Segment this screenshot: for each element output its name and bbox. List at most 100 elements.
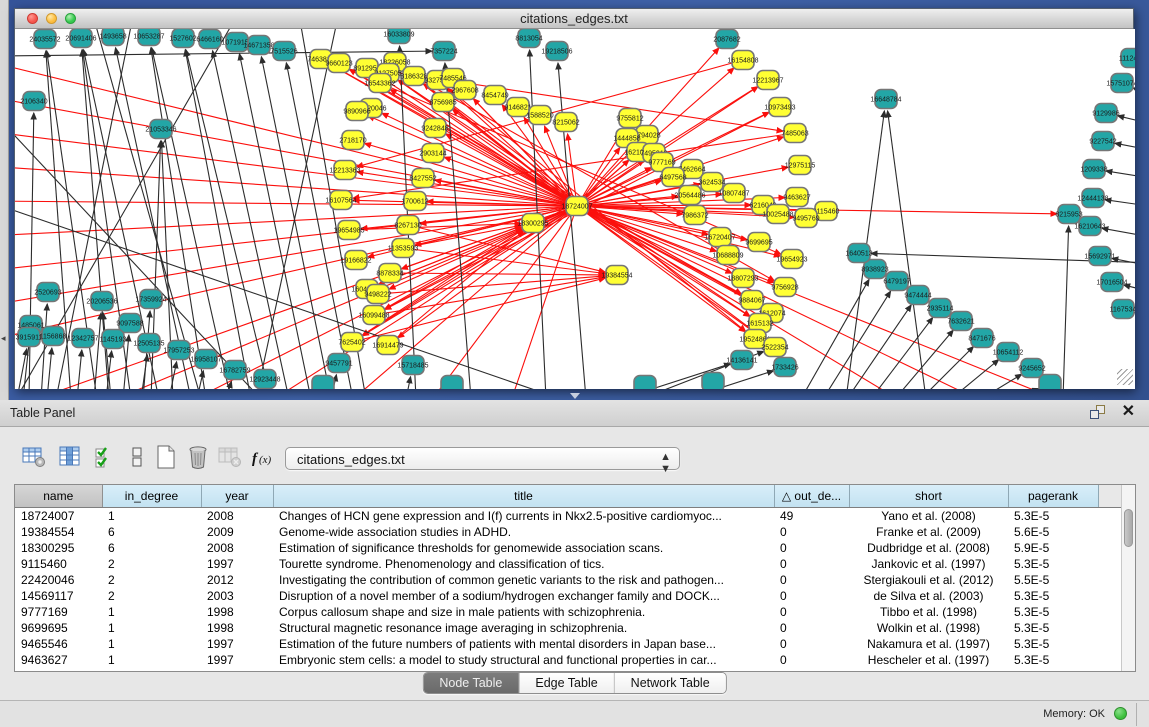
graph-node[interactable]: 18300295	[517, 214, 548, 233]
graph-edge[interactable]	[261, 57, 331, 389]
graph-node[interactable]: 12213967	[752, 71, 783, 90]
graph-edge[interactable]	[29, 113, 34, 389]
table-cell[interactable]: 0	[774, 572, 849, 588]
graph-node[interactable]: 10654112	[993, 343, 1024, 362]
graph-node[interactable]: 17016504	[1096, 273, 1127, 292]
memory-ok-indicator-icon[interactable]	[1114, 707, 1127, 720]
graph-node[interactable]: 7515526	[270, 42, 297, 61]
graph-edge[interactable]	[47, 348, 52, 389]
table-cell[interactable]: 18300295	[15, 540, 102, 556]
graph-node[interactable]: 3915911	[16, 328, 43, 347]
graph-node[interactable]: 10653287	[133, 29, 164, 46]
graph-node[interactable]	[312, 376, 334, 390]
graph-node[interactable]: 10973493	[764, 98, 795, 117]
graph-node[interactable]: 15751074	[1106, 74, 1135, 93]
table-row[interactable]: 1830029562008Estimation of significance …	[15, 540, 1121, 556]
table-cell[interactable]: 2012	[201, 572, 273, 588]
graph-node[interactable]: 14136141	[726, 351, 757, 370]
network-graph[interactable]: 2403557220691406149365810653287152760264…	[15, 29, 1135, 389]
graph-node[interactable]: 2087682	[713, 30, 740, 49]
select-columns-icon[interactable]	[91, 443, 119, 471]
graph-node[interactable]: 12213363	[329, 161, 360, 180]
graph-node[interactable]: 9495769	[792, 209, 819, 228]
table-cell[interactable]: Tibbo et al. (1998)	[849, 604, 1008, 620]
graph-node[interactable]: 6466160	[196, 30, 223, 49]
table-cell[interactable]: 0	[774, 540, 849, 556]
graph-node[interactable]: 24035572	[29, 30, 60, 49]
table-cell[interactable]: 2009	[201, 524, 273, 540]
graph-node[interactable]: 16154808	[727, 51, 758, 70]
table-cell[interactable]: 2003	[201, 588, 273, 604]
table-cell[interactable]: 5.3E-5	[1008, 604, 1098, 620]
table-row[interactable]: 969969511998Structural magnetic resonanc…	[15, 620, 1121, 636]
graph-node[interactable]: 7632621	[947, 312, 974, 331]
table-cell[interactable]: 2	[102, 572, 201, 588]
delete-column-icon[interactable]	[184, 443, 212, 471]
graph-node[interactable]: 16033809	[383, 29, 414, 44]
control-panel-splitter[interactable]: ◂	[0, 0, 9, 400]
column-header-in_degree[interactable]: in_degree	[102, 485, 201, 507]
table-cell[interactable]: 6	[102, 540, 201, 556]
table-cell[interactable]: 22420046	[15, 572, 102, 588]
graph-node[interactable]: 9457791	[325, 354, 352, 373]
table-cell[interactable]: Estimation of the future numbers of pati…	[273, 636, 774, 652]
graph-node[interactable]: 19384554	[601, 266, 632, 285]
graph-node[interactable]: 12505135	[133, 334, 164, 353]
table-cell[interactable]: 5.3E-5	[1008, 620, 1098, 636]
table-options-icon[interactable]	[20, 443, 48, 471]
table-row[interactable]: 1456911722003Disruption of a novel membe…	[15, 588, 1121, 604]
graph-node[interactable]	[702, 373, 724, 390]
table-cell[interactable]: 19384554	[15, 524, 102, 540]
table-select-dropdown[interactable]: citations_edges.txt ▲▼	[285, 447, 680, 470]
graph-node[interactable]: 16958107	[190, 350, 221, 369]
graph-edge[interactable]	[1105, 200, 1135, 207]
table-cell[interactable]: Tourette syndrome. Phenomenology and cla…	[273, 556, 774, 572]
graph-edge[interactable]	[895, 330, 953, 389]
table-cell[interactable]: 2008	[201, 540, 273, 556]
graph-node[interactable]: 16648784	[870, 90, 901, 109]
graph-edge[interactable]	[577, 206, 745, 332]
table-cell[interactable]: 2	[102, 556, 201, 572]
table-cell[interactable]: 14569117	[15, 588, 102, 604]
column-header-short[interactable]: short	[849, 485, 1008, 507]
column-header-year[interactable]: year	[201, 485, 273, 507]
tab-edge-table[interactable]: Edge Table	[519, 673, 614, 693]
graph-node[interactable]: 19654985	[333, 221, 364, 240]
table-cell[interactable]: 1997	[201, 636, 273, 652]
graph-node[interactable]	[441, 376, 463, 390]
table-cell[interactable]: de Silva et al. (2003)	[849, 588, 1008, 604]
graph-node[interactable]: 2718170	[339, 131, 366, 150]
table-cell[interactable]: 0	[774, 652, 849, 668]
graph-node[interactable]: 21053346	[145, 120, 176, 139]
graph-node[interactable]: 2935114	[927, 299, 954, 318]
graph-edge[interactable]	[1106, 171, 1135, 179]
graph-node[interactable]: 9463627	[783, 188, 810, 207]
column-header-pagerank[interactable]: pagerank	[1008, 485, 1098, 507]
graph-node[interactable]: 18724007	[561, 197, 592, 216]
graph-node[interactable]: 9755812	[616, 109, 643, 128]
graph-node[interactable]: 20691406	[65, 29, 96, 48]
graph-node[interactable]	[634, 376, 656, 390]
graph-node[interactable]: 8267130	[394, 216, 421, 235]
table-cell[interactable]: 18724007	[15, 507, 102, 524]
table-row[interactable]: 911546021997Tourette syndrome. Phenomeno…	[15, 556, 1121, 572]
new-column-icon[interactable]	[152, 443, 180, 471]
table-row[interactable]: 1872400712008Changes of HCN gene express…	[15, 507, 1121, 524]
resize-grip[interactable]	[1117, 369, 1133, 385]
close-panel-icon[interactable]: ✕	[1122, 404, 1135, 420]
graph-node[interactable]: 7986372	[681, 206, 708, 225]
graph-edge[interactable]	[888, 111, 926, 389]
table-cell[interactable]: 49	[774, 507, 849, 524]
graph-node[interactable]: 20206536	[86, 292, 117, 311]
graph-node[interactable]: 8471676	[968, 329, 995, 348]
graph-edge[interactable]	[186, 50, 271, 389]
graph-edge[interactable]	[951, 360, 999, 389]
table-cell[interactable]: Franke et al. (2009)	[849, 524, 1008, 540]
table-cell[interactable]: 1998	[201, 620, 273, 636]
graph-edge[interactable]	[1102, 228, 1135, 238]
column-header-out_de[interactable]: △ out_de...	[774, 485, 849, 507]
node-table-grid[interactable]: namein_degreeyeartitle△ out_de...shortpa…	[15, 485, 1121, 668]
column-header-title[interactable]: title	[273, 485, 774, 507]
graph-node[interactable]: 2520693	[34, 283, 61, 302]
graph-node[interactable]	[1039, 375, 1061, 390]
